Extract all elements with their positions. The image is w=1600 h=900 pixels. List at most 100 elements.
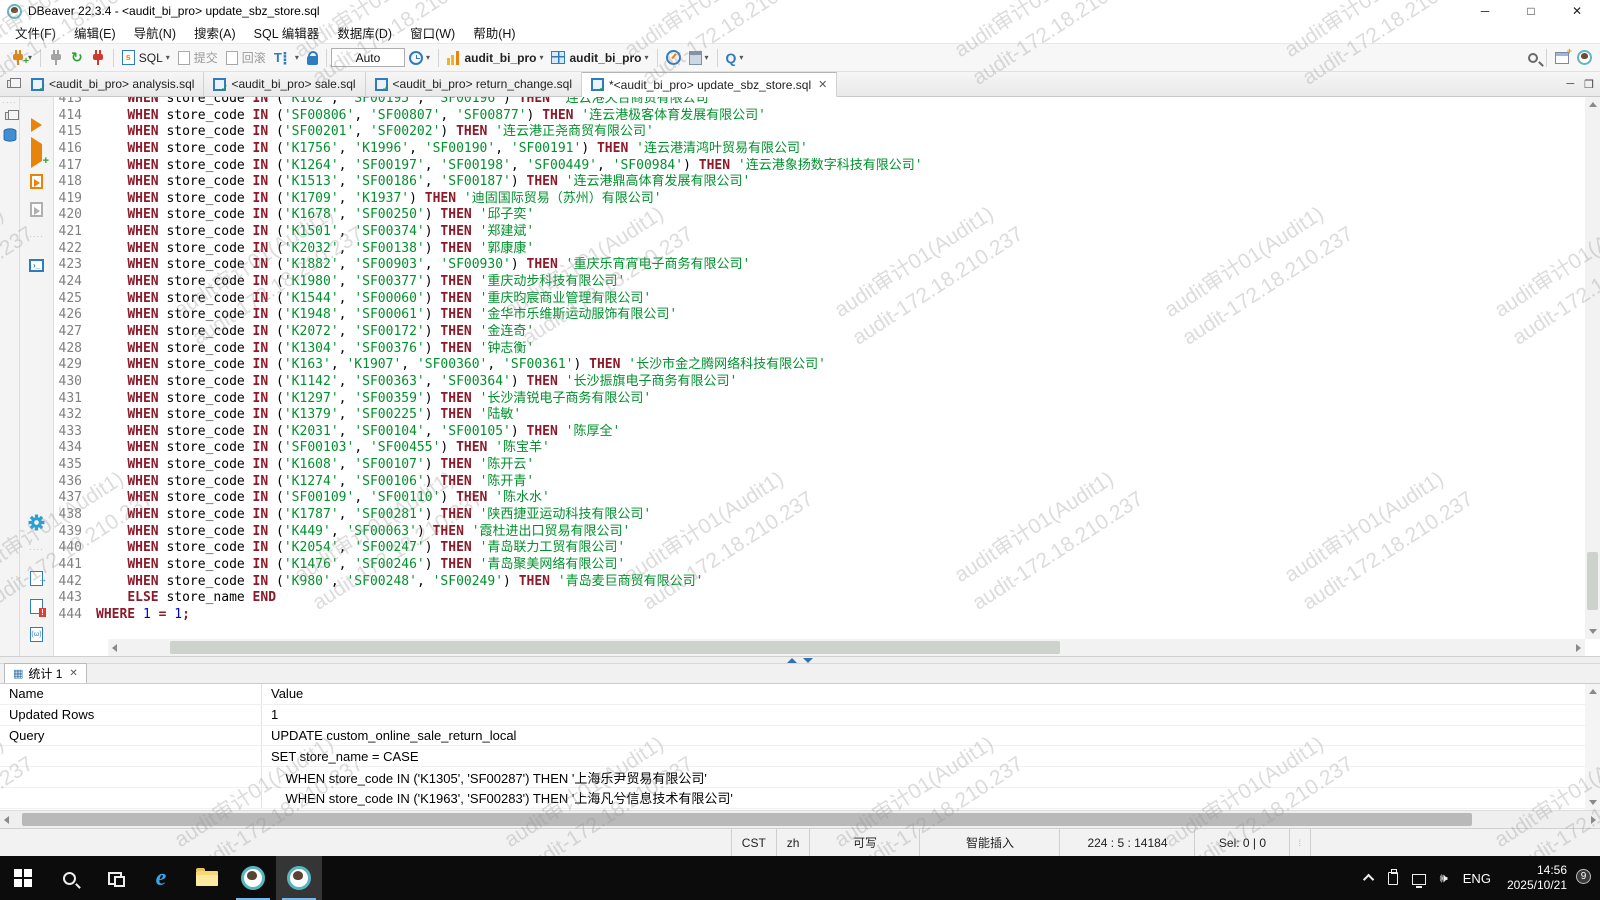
scrollbar-thumb[interactable] bbox=[22, 813, 1472, 826]
splitter-up-icon[interactable] bbox=[787, 658, 797, 663]
minimize-button[interactable]: ─ bbox=[1462, 0, 1508, 22]
usb-tray-button[interactable] bbox=[1381, 872, 1405, 885]
reconnect-button[interactable]: ↻ bbox=[68, 47, 86, 68]
tab-close-icon[interactable]: ✕ bbox=[69, 668, 77, 679]
commit-mode-select[interactable]: Auto bbox=[331, 48, 405, 67]
status-insert-mode[interactable]: 智能插入 bbox=[919, 829, 1059, 856]
scroll-left-icon[interactable] bbox=[4, 816, 9, 824]
restore-panel-icon[interactable] bbox=[5, 112, 14, 120]
panel-splitter[interactable] bbox=[0, 657, 1600, 664]
rollback-button[interactable]: 回滚 bbox=[223, 47, 269, 68]
connect-button[interactable] bbox=[46, 48, 66, 67]
network-tray-button[interactable] bbox=[1405, 872, 1433, 885]
menu-file[interactable]: 文件(F) bbox=[6, 21, 65, 44]
scroll-left-icon[interactable] bbox=[112, 644, 117, 652]
task-view-button[interactable] bbox=[92, 856, 138, 900]
settings-button[interactable] bbox=[20, 508, 53, 536]
tab-analysis-sql[interactable]: <audit_bi_pro> analysis.sql bbox=[22, 72, 204, 96]
execute-script-button[interactable] bbox=[20, 167, 53, 195]
tab-update-sbz-store-sql[interactable]: *<audit_bi_pro> update_sbz_store.sql ✕ bbox=[582, 72, 837, 97]
results-horizontal-scrollbar[interactable] bbox=[0, 810, 1600, 828]
script-icon bbox=[30, 174, 43, 189]
dashboard-button[interactable] bbox=[663, 48, 684, 67]
output-log-button[interactable]: (ω) bbox=[20, 620, 53, 648]
tab-return-change-sql[interactable]: <audit_bi_pro> return_change.sql bbox=[366, 72, 582, 96]
tx-timeout-button[interactable]: ▾ bbox=[406, 49, 433, 67]
column-header-name[interactable]: Name bbox=[0, 684, 262, 704]
input-language-button[interactable]: ENG bbox=[1455, 871, 1499, 886]
table-row[interactable]: SET store_name = CASE bbox=[0, 746, 1585, 767]
connection-selector[interactable]: audit_bi_pro▾ bbox=[444, 49, 547, 67]
error-log-button[interactable] bbox=[20, 592, 53, 620]
new-connection-button[interactable]: + ▾ bbox=[8, 48, 35, 67]
dbeaver-taskbar-button[interactable] bbox=[230, 856, 276, 900]
menu-help[interactable]: 帮助(H) bbox=[464, 21, 524, 44]
disconnect-plug-icon bbox=[91, 50, 105, 65]
status-caret-position[interactable]: 224 : 5 : 14184 bbox=[1059, 829, 1194, 856]
table-row[interactable]: WHEN store_code IN ('K1305', 'SF00287') … bbox=[0, 767, 1585, 788]
close-button[interactable]: ✕ bbox=[1554, 0, 1600, 22]
table-row[interactable]: WHEN store_code IN ('K1963', 'SF00283') … bbox=[0, 788, 1585, 809]
dbeaver-perspective-button[interactable] bbox=[1574, 48, 1595, 67]
scrollbar-thumb[interactable] bbox=[1587, 552, 1598, 610]
menu-window[interactable]: 窗口(W) bbox=[401, 21, 464, 44]
table-row[interactable]: QueryUPDATE custom_online_sale_return_lo… bbox=[0, 726, 1585, 747]
disconnect-button[interactable] bbox=[88, 48, 108, 67]
tab-statistics[interactable]: ▦ 统计 1 ✕ bbox=[4, 663, 87, 683]
scroll-down-icon[interactable] bbox=[1589, 629, 1597, 634]
column-header-value[interactable]: Value bbox=[262, 686, 303, 701]
tab-sale-sql[interactable]: <audit_bi_pro> sale.sql bbox=[204, 72, 365, 96]
tasks-button[interactable]: ▾ bbox=[686, 49, 712, 67]
scroll-up-icon[interactable] bbox=[1589, 689, 1597, 694]
tray-expand-button[interactable] bbox=[1359, 874, 1381, 882]
restore-panels-icon[interactable] bbox=[7, 80, 16, 88]
menu-edit[interactable]: 编辑(E) bbox=[65, 21, 125, 44]
menu-database[interactable]: 数据库(D) bbox=[328, 21, 401, 44]
database-navigator-icon[interactable] bbox=[2, 128, 18, 149]
minimize-view-icon[interactable]: ─ bbox=[1566, 78, 1574, 90]
menu-sql-editor[interactable]: SQL 编辑器 bbox=[245, 21, 329, 44]
status-writable[interactable]: 可写 bbox=[809, 829, 919, 856]
export-result-button[interactable] bbox=[20, 564, 53, 592]
maximize-view-icon[interactable]: ❒ bbox=[1584, 78, 1594, 91]
volume-tray-button[interactable]: 🕪 bbox=[1433, 870, 1455, 886]
status-grip[interactable]: ⁞ bbox=[1289, 829, 1310, 856]
menu-navigate[interactable]: 导航(N) bbox=[125, 21, 185, 44]
scrollbar-thumb[interactable] bbox=[170, 641, 1060, 654]
explain-plan-button[interactable] bbox=[20, 195, 53, 223]
taskbar-search-button[interactable] bbox=[46, 856, 92, 900]
menu-search[interactable]: 搜索(A) bbox=[185, 21, 245, 44]
dbeaver-taskbar-button-active[interactable] bbox=[276, 856, 322, 900]
execute-new-tab-button[interactable]: + bbox=[20, 139, 53, 167]
sql-editor[interactable]: 413 WHEN store_code IN ('K162', 'SF00195… bbox=[54, 97, 1600, 656]
quick-search-button[interactable] bbox=[1525, 51, 1541, 65]
database-selector[interactable]: audit_bi_pro▾ bbox=[548, 49, 651, 67]
perspective-button[interactable] bbox=[1552, 50, 1572, 66]
scroll-right-icon[interactable] bbox=[1576, 644, 1581, 652]
status-timezone[interactable]: CST bbox=[731, 829, 776, 856]
results-vertical-scrollbar[interactable] bbox=[1585, 684, 1600, 810]
code-area[interactable]: 413 WHEN store_code IN ('K162', 'SF00195… bbox=[54, 97, 1585, 624]
execute-statement-button[interactable] bbox=[20, 111, 53, 139]
lock-button[interactable] bbox=[304, 49, 321, 67]
status-language[interactable]: zh bbox=[776, 829, 810, 856]
scroll-up-icon[interactable] bbox=[1589, 102, 1597, 107]
search-button[interactable]: Q▾ bbox=[723, 48, 747, 68]
horizontal-scrollbar[interactable] bbox=[108, 639, 1585, 656]
commit-button[interactable]: 提交 bbox=[175, 47, 221, 68]
file-explorer-button[interactable] bbox=[184, 856, 230, 900]
clock-button[interactable]: 14:56 2025/10/21 bbox=[1499, 863, 1575, 893]
transaction-log-button[interactable]: T⡇▾ bbox=[271, 48, 302, 68]
splitter-down-icon[interactable] bbox=[803, 658, 813, 663]
scroll-right-icon[interactable] bbox=[1591, 816, 1596, 824]
sql-editor-button[interactable]: s SQL▾ bbox=[119, 48, 173, 67]
internet-explorer-button[interactable]: e bbox=[138, 856, 184, 900]
start-button[interactable] bbox=[0, 856, 46, 900]
open-console-button[interactable]: ›_ bbox=[20, 251, 53, 279]
table-row[interactable]: Updated Rows1 bbox=[0, 705, 1585, 726]
code-line: 442 WHEN store_code IN ('K980', 'SF00248… bbox=[54, 574, 1585, 591]
maximize-button[interactable]: □ bbox=[1508, 0, 1554, 22]
tab-close-icon[interactable]: ✕ bbox=[818, 78, 827, 91]
scroll-down-icon[interactable] bbox=[1589, 800, 1597, 805]
vertical-scrollbar[interactable] bbox=[1585, 97, 1600, 639]
